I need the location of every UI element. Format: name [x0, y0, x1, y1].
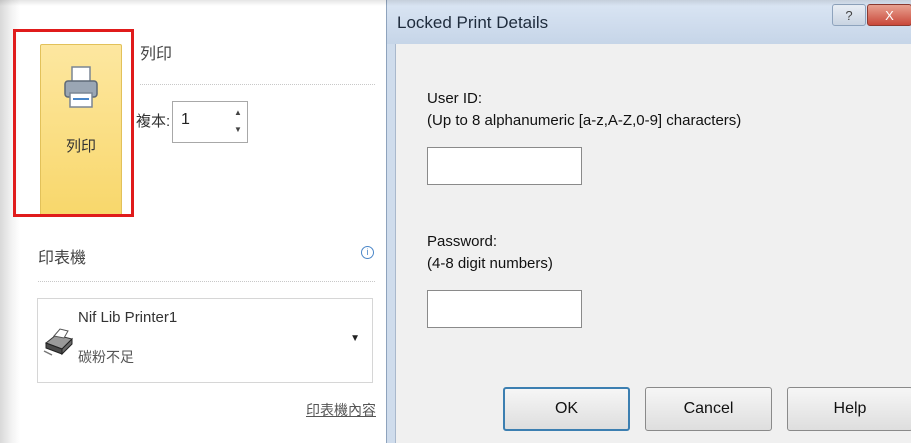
dialog-title: Locked Print Details	[397, 13, 549, 32]
print-section-title: 列印	[140, 46, 173, 63]
spin-down-icon[interactable]: ▼	[233, 123, 243, 137]
copies-stepper[interactable]: 1 ▲ ▼	[172, 101, 248, 143]
divider	[140, 84, 375, 85]
chevron-down-icon[interactable]: ▼	[350, 333, 360, 344]
printer-properties-link[interactable]: 印表機內容	[306, 400, 376, 420]
copies-label: 複本:	[136, 113, 171, 130]
cancel-button[interactable]: Cancel	[645, 387, 772, 431]
printer-select[interactable]: Nif Lib Printer1 碳粉不足 ▼	[37, 298, 373, 383]
info-icon[interactable]: i	[361, 246, 374, 259]
title-bar: Locked Print Details ? X	[387, 0, 911, 44]
printer-name: Nif Lib Printer1	[78, 309, 178, 326]
user-id-field[interactable]	[427, 147, 582, 185]
locked-print-dialog: Locked Print Details ? X User ID: (Up to…	[386, 0, 911, 443]
dialog-body: User ID: (Up to 8 alphanumeric [a-z,A-Z,…	[395, 44, 911, 443]
divider	[38, 281, 375, 282]
panel-edge	[0, 0, 20, 443]
spin-up-icon[interactable]: ▲	[233, 106, 243, 120]
printer-status: 碳粉不足	[78, 349, 134, 365]
printer-heading: 印表機	[38, 250, 87, 267]
help-button[interactable]: Help	[787, 387, 911, 431]
printer-icon	[43, 328, 73, 356]
password-label: Password:	[427, 233, 498, 250]
password-hint: (4-8 digit numbers)	[427, 255, 553, 272]
password-field[interactable]	[427, 290, 582, 328]
copies-value: 1	[181, 111, 190, 128]
printer-icon	[64, 66, 98, 108]
user-id-label: User ID:	[427, 90, 483, 107]
print-panel: 列印 列印 複本: 1 ▲ ▼ 印表機 i Nif Lib Printer1 碳…	[0, 0, 385, 443]
user-id-hint: (Up to 8 alphanumeric [a-z,A-Z,0-9] char…	[427, 112, 742, 129]
help-icon[interactable]: ?	[832, 4, 866, 26]
close-icon[interactable]: X	[867, 4, 911, 26]
ok-button[interactable]: OK	[503, 387, 630, 431]
print-button[interactable]: 列印	[40, 44, 122, 216]
print-button-label: 列印	[65, 138, 96, 155]
